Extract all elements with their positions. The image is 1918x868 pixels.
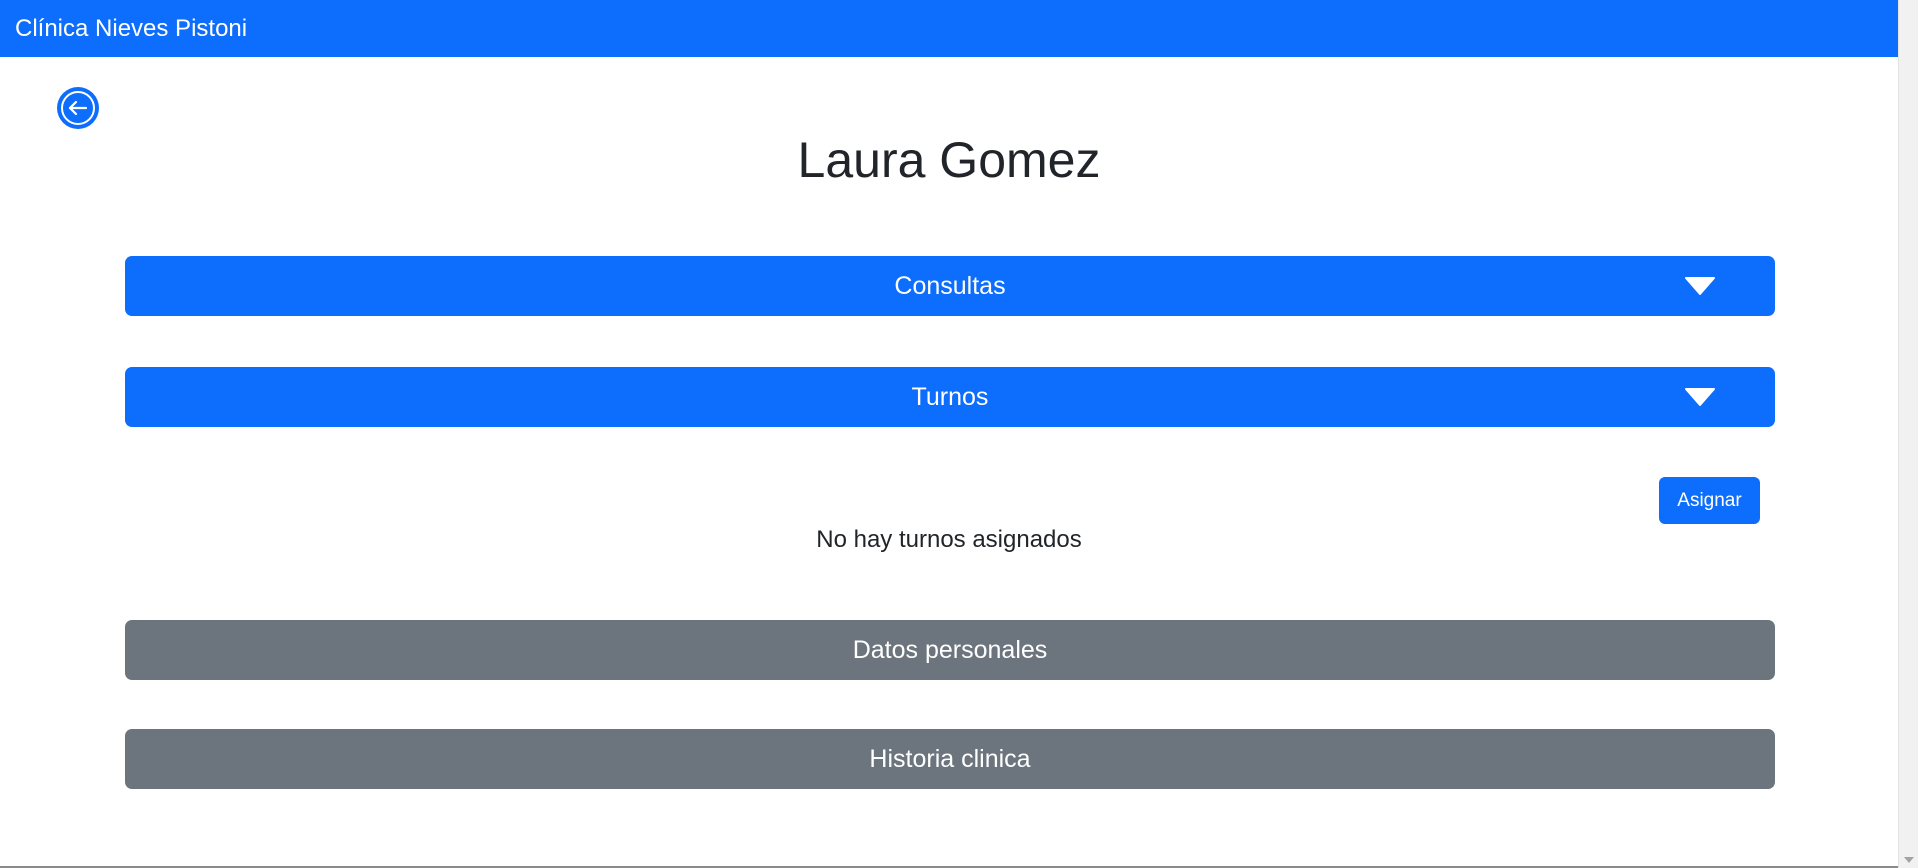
navbar-brand[interactable]: Clínica Nieves Pistoni xyxy=(15,16,247,41)
empty-turnos-message: No hay turnos asignados xyxy=(816,526,1082,553)
assign-button[interactable]: Asignar xyxy=(1659,477,1760,524)
consultas-label: Consultas xyxy=(894,271,1006,300)
datos-personales-button[interactable]: Datos personales xyxy=(125,620,1775,680)
page-viewport: Clínica Nieves Pistoni Laura Gomez Consu… xyxy=(0,0,1898,868)
back-button[interactable] xyxy=(56,86,100,130)
turnos-label: Turnos xyxy=(911,382,989,411)
consultas-toggle[interactable]: Consultas xyxy=(125,256,1775,316)
navbar: Clínica Nieves Pistoni xyxy=(0,0,1898,57)
arrow-left-circle-icon xyxy=(57,87,99,129)
historia-clinica-label: Historia clinica xyxy=(869,744,1031,773)
turnos-toggle[interactable]: Turnos xyxy=(125,367,1775,427)
scroll-down-arrow-icon[interactable] xyxy=(1904,857,1914,863)
vertical-scrollbar[interactable] xyxy=(1898,0,1918,868)
caret-down-icon xyxy=(1685,388,1715,406)
datos-personales-label: Datos personales xyxy=(852,635,1048,664)
caret-down-icon xyxy=(1685,277,1715,295)
page-title: Laura Gomez xyxy=(797,132,1101,188)
historia-clinica-button[interactable]: Historia clinica xyxy=(125,729,1775,789)
